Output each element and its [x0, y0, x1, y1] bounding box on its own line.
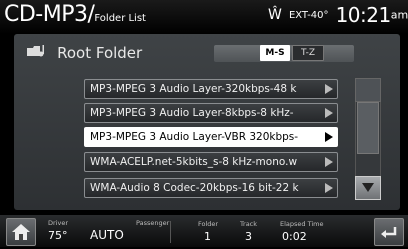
home-button[interactable]	[6, 218, 36, 246]
track-label: WMA-Audio 8 Codec-20kbps-16 bit-22 k	[90, 182, 299, 194]
folder-number-label: Folder	[198, 220, 219, 228]
climate-auto-label[interactable]: AUTO	[90, 228, 124, 242]
scrollbar-thumb[interactable]	[357, 102, 379, 154]
elapsed-time-label: Elapsed Time	[280, 220, 324, 228]
clock-time: 10:21	[335, 3, 392, 27]
root-folder-row[interactable]: Root Folder	[26, 42, 142, 62]
play-arrow-icon	[325, 157, 333, 167]
list-item[interactable]: WMA-Audio 8 Codec-20kbps-16 bit-22 k	[84, 178, 338, 198]
list-item[interactable]: MP3-MPEG 3 Audio Layer-8kbps-8 kHz-	[84, 103, 338, 123]
home-icon	[12, 224, 30, 240]
elapsed-time-value: 0:02	[282, 230, 307, 243]
track-label: WMA-ACELP.net-5kbits_s-8 kHz-mono.w	[90, 156, 298, 168]
sort-t-z-button[interactable]: T-Z	[292, 45, 324, 61]
screen-title: CD-MP3/Folder List	[4, 2, 146, 27]
wireless-icon: Ŵ	[268, 7, 282, 23]
track-label: MP3-MPEG 3 Audio Layer-320kbps-48 k	[90, 83, 297, 95]
folder-number-value: 1	[204, 230, 211, 243]
play-arrow-icon	[325, 132, 333, 142]
folder-label: Root Folder	[57, 43, 143, 62]
status-area: Ŵ EXT-40° 10:21am	[268, 3, 408, 27]
scroll-up-button[interactable]	[355, 78, 381, 102]
music-folder-icon	[26, 43, 46, 63]
screen-subtitle: Folder List	[94, 13, 146, 24]
track-number-label: Track	[240, 220, 258, 228]
divider	[170, 221, 171, 243]
track-label: MP3-MPEG 3 Audio Layer-VBR 320kbps-	[90, 131, 299, 143]
driver-label: Driver	[48, 219, 69, 227]
play-arrow-icon	[325, 108, 333, 118]
list-item[interactable]: MP3-MPEG 3 Audio Layer-320kbps-48 k	[84, 79, 338, 99]
list-item[interactable]: WMA-ACELP.net-5kbits_s-8 kHz-mono.w	[84, 152, 338, 172]
list-item-selected[interactable]: MP3-MPEG 3 Audio Layer-VBR 320kbps-	[84, 127, 338, 147]
sort-m-s-button[interactable]: M-S	[260, 45, 290, 61]
outside-temp: EXT-40°	[288, 9, 329, 21]
back-button[interactable]	[374, 218, 404, 246]
track-number-value: 3	[245, 230, 252, 243]
source-title: CD-MP3/	[4, 2, 95, 27]
chevron-down-icon	[362, 183, 374, 192]
scroll-down-button[interactable]	[355, 176, 381, 200]
clock-ampm: am	[390, 8, 408, 22]
passenger-label: Passenger	[136, 219, 170, 227]
play-arrow-icon	[325, 84, 333, 94]
back-arrow-icon	[381, 227, 397, 238]
driver-temp[interactable]: 75°	[48, 229, 68, 242]
title-bar: CD-MP3/Folder List Ŵ EXT-40° 10:21am	[0, 0, 408, 34]
play-arrow-icon	[325, 183, 333, 193]
track-label: MP3-MPEG 3 Audio Layer-8kbps-8 kHz-	[90, 107, 294, 119]
